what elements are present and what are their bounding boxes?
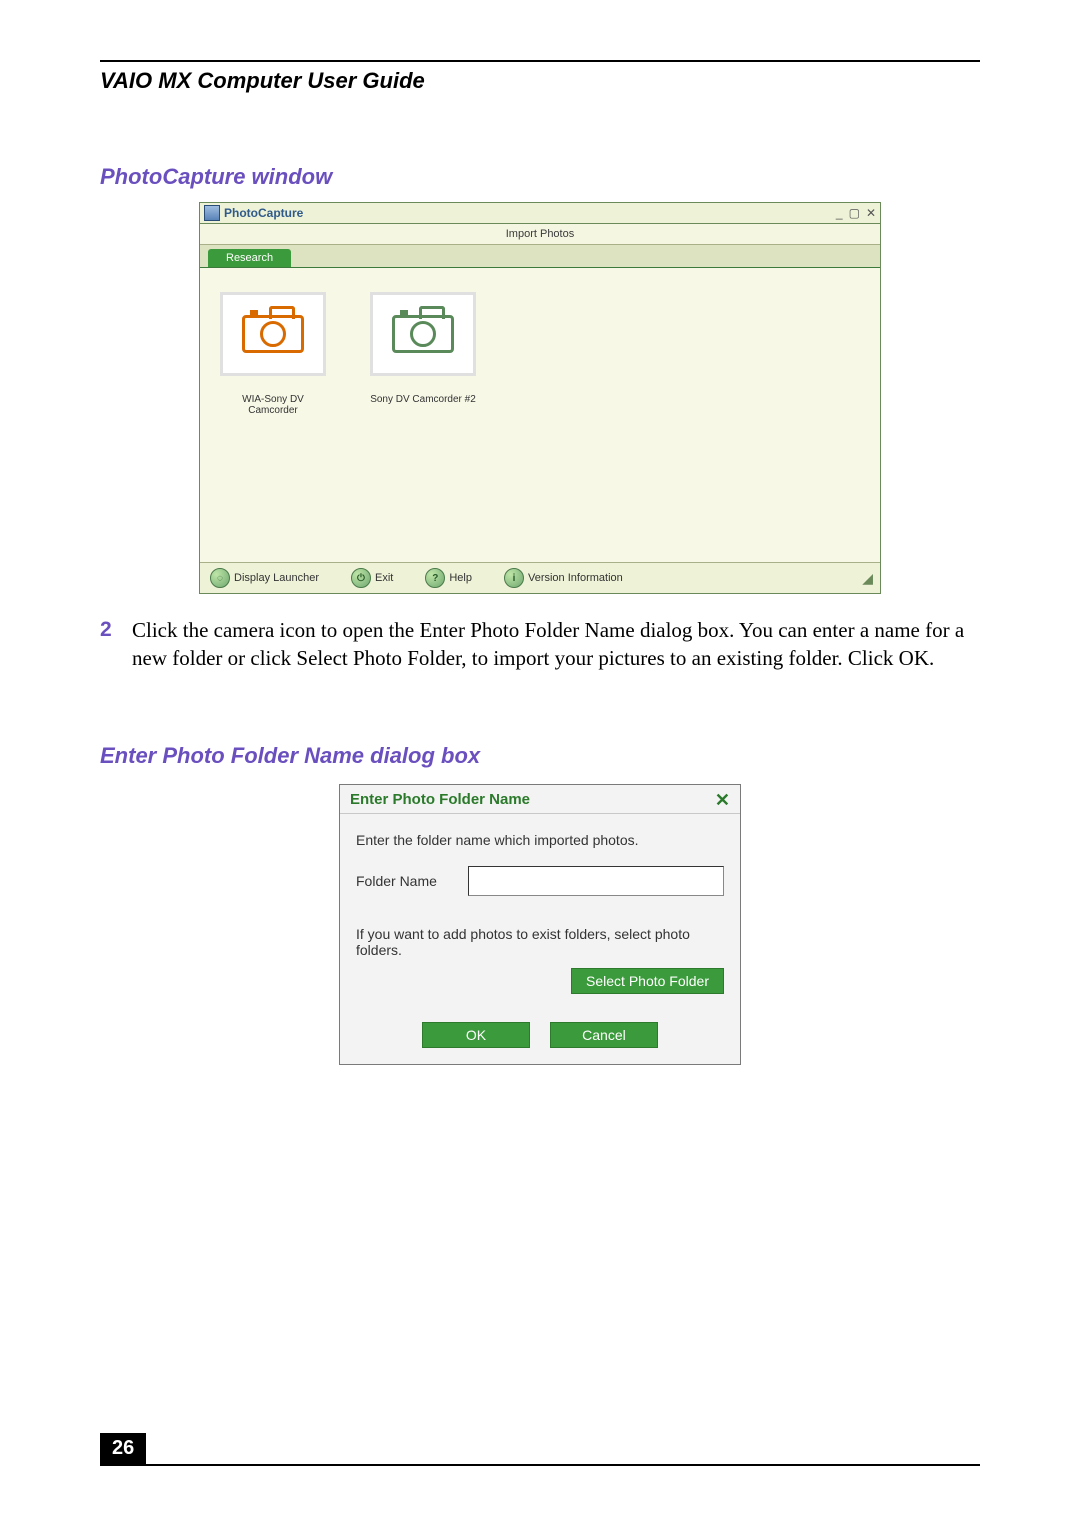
device-label: WIA-Sony DV Camcorder	[218, 394, 328, 416]
maximize-icon[interactable]: ▢	[849, 206, 860, 220]
step-2: 2 Click the camera icon to open the Ente…	[100, 616, 980, 673]
doc-title: VAIO MX Computer User Guide	[100, 68, 980, 94]
step-text: Click the camera icon to open the Enter …	[132, 616, 980, 673]
folder-name-label: Folder Name	[356, 873, 456, 889]
device-item[interactable]: Sony DV Camcorder #2	[368, 292, 478, 405]
step-number: 2	[100, 616, 120, 673]
select-photo-folder-button[interactable]: Select Photo Folder	[571, 968, 724, 994]
folder-name-dialog: Enter Photo Folder Name ✕ Enter the fold…	[339, 784, 741, 1065]
display-launcher-label: Display Launcher	[234, 572, 319, 584]
version-label: Version Information	[528, 572, 623, 584]
app-icon	[204, 205, 220, 221]
exit-label: Exit	[375, 572, 393, 584]
camera-icon	[392, 315, 454, 353]
resize-grip-icon[interactable]: ◢	[862, 570, 870, 587]
section-heading-dialog: Enter Photo Folder Name dialog box	[100, 743, 980, 769]
tab-research[interactable]: Research	[208, 249, 291, 267]
photocapture-window: PhotoCapture _ ▢ ✕ Import Photos Researc…	[199, 202, 881, 594]
close-icon[interactable]: ✕	[866, 206, 876, 220]
window-title: PhotoCapture	[224, 206, 303, 220]
exit-icon: ⏻	[351, 568, 371, 588]
folder-name-input[interactable]	[468, 866, 724, 896]
help-icon: ?	[425, 568, 445, 588]
close-icon[interactable]: ✕	[715, 791, 730, 809]
info-icon: i	[504, 568, 524, 588]
help-label: Help	[449, 572, 472, 584]
dialog-instruction: Enter the folder name which imported pho…	[356, 832, 724, 848]
device-item[interactable]: WIA-Sony DV Camcorder	[218, 292, 328, 416]
ok-button[interactable]: OK	[422, 1022, 530, 1048]
section-heading-photocapture: PhotoCapture window	[100, 164, 980, 190]
titlebar: PhotoCapture _ ▢ ✕	[200, 203, 880, 224]
page-number: 26	[100, 1433, 146, 1464]
exit-button[interactable]: ⏻ Exit	[351, 568, 393, 588]
cancel-button[interactable]: Cancel	[550, 1022, 658, 1048]
minimize-icon[interactable]: _	[836, 206, 843, 220]
import-header: Import Photos	[200, 224, 880, 245]
launcher-icon: ◌	[210, 568, 230, 588]
help-button[interactable]: ? Help	[425, 568, 472, 588]
version-info-button[interactable]: i Version Information	[504, 568, 623, 588]
dialog-note: If you want to add photos to exist folde…	[356, 926, 724, 958]
display-launcher-button[interactable]: ◌ Display Launcher	[210, 568, 319, 588]
device-label: Sony DV Camcorder #2	[368, 394, 478, 405]
dialog-title: Enter Photo Folder Name	[350, 791, 530, 808]
camera-icon	[242, 315, 304, 353]
